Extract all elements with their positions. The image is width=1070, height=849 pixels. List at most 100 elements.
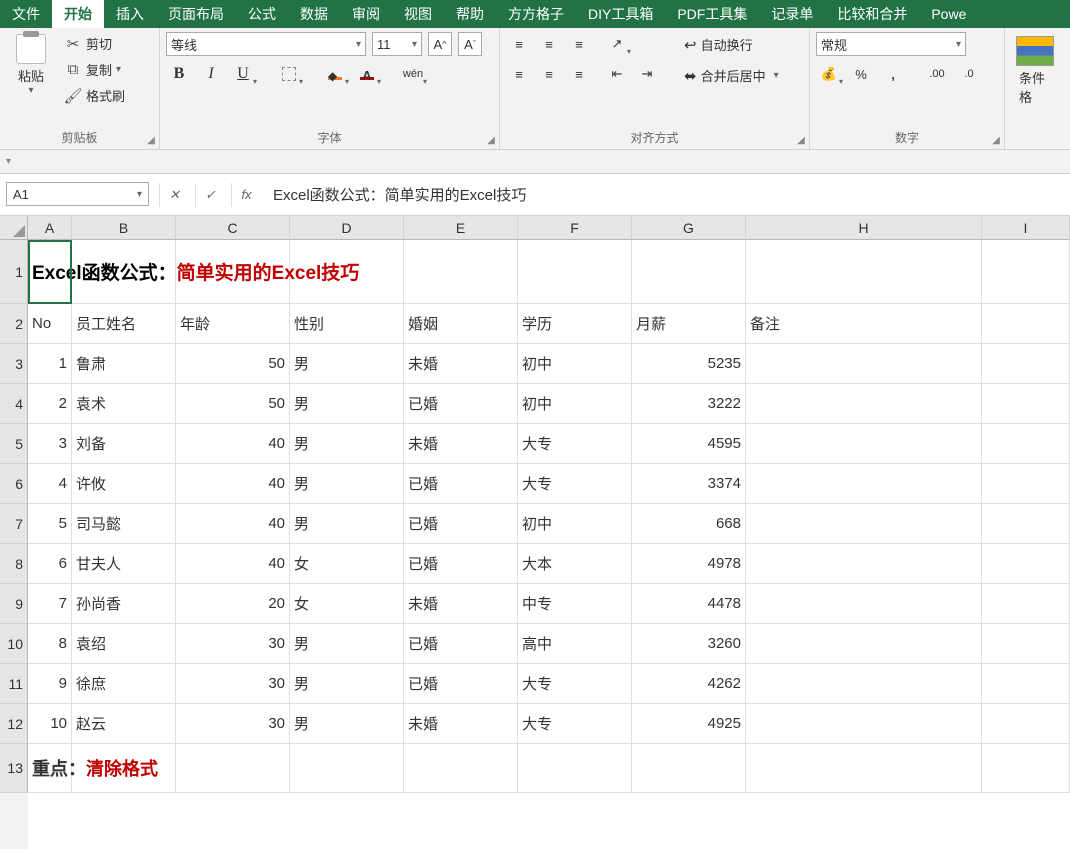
cell[interactable]: 男 [290, 464, 404, 504]
cell[interactable] [746, 504, 982, 544]
borders-button[interactable]: ▾ [276, 62, 302, 86]
cell[interactable]: 初中 [518, 504, 632, 544]
increase-decimal-button[interactable]: .00 [924, 62, 950, 86]
cell[interactable]: 30 [176, 704, 290, 744]
cell[interactable]: 40 [176, 464, 290, 504]
decrease-decimal-button[interactable]: .0 [956, 62, 982, 86]
cell[interactable]: 10 [28, 704, 72, 744]
fx-button[interactable]: fx [231, 183, 261, 207]
row-header-2[interactable]: 2 [0, 304, 28, 344]
cell[interactable] [982, 624, 1070, 664]
cell[interactable]: 中专 [518, 584, 632, 624]
col-header-F[interactable]: F [518, 216, 632, 240]
formula-input[interactable]: Excel函数公式：简单实用的Excel技巧 [265, 174, 1070, 215]
cell[interactable]: 7 [28, 584, 72, 624]
cell[interactable]: 司马懿 [72, 504, 176, 544]
font-color-button[interactable]: A▾ [354, 62, 380, 86]
cell[interactable] [72, 744, 176, 793]
cell[interactable]: 668 [632, 504, 746, 544]
comma-button[interactable]: , [880, 62, 906, 86]
align-left-button[interactable]: ≡ [506, 62, 532, 86]
cell[interactable]: 男 [290, 664, 404, 704]
cell[interactable]: 大专 [518, 464, 632, 504]
cell[interactable] [746, 544, 982, 584]
tab-开始[interactable]: 开始 [52, 0, 104, 28]
cell[interactable]: 50 [176, 384, 290, 424]
cell[interactable] [746, 464, 982, 504]
align-right-button[interactable]: ≡ [566, 62, 592, 86]
cell[interactable] [746, 240, 982, 304]
fill-color-button[interactable]: ◆▾ [322, 62, 348, 86]
cell[interactable] [632, 744, 746, 793]
align-bottom-button[interactable]: ≡ [566, 32, 592, 56]
cell[interactable] [982, 504, 1070, 544]
row-header-5[interactable]: 5 [0, 424, 28, 464]
cell[interactable]: 女 [290, 584, 404, 624]
cell[interactable]: 婚姻 [404, 304, 518, 344]
cell[interactable]: 8 [28, 624, 72, 664]
grid[interactable]: ABCDEFGHI Excel函数公式：简单实用的Excel技巧No员工姓名年龄… [28, 216, 1070, 849]
row-header-10[interactable]: 10 [0, 624, 28, 664]
row-header-13[interactable]: 13 [0, 744, 28, 793]
row-header-6[interactable]: 6 [0, 464, 28, 504]
confirm-edit-button[interactable]: ✓ [195, 183, 225, 207]
cell[interactable] [404, 240, 518, 304]
font-size-combo[interactable]: 11 ▾ [372, 32, 422, 56]
wrap-text-button[interactable]: ↩ 自动换行 [678, 32, 785, 57]
align-top-button[interactable]: ≡ [506, 32, 532, 56]
cell[interactable]: 3 [28, 424, 72, 464]
cell[interactable]: 男 [290, 344, 404, 384]
cell[interactable]: 40 [176, 424, 290, 464]
cell[interactable]: 5 [28, 504, 72, 544]
cell[interactable]: No [28, 304, 72, 344]
row-header-11[interactable]: 11 [0, 664, 28, 704]
percent-button[interactable]: % [848, 62, 874, 86]
col-header-I[interactable]: I [982, 216, 1070, 240]
dialog-launcher[interactable]: ◢ [795, 135, 807, 147]
tab-审阅[interactable]: 审阅 [340, 0, 392, 28]
cell[interactable] [982, 544, 1070, 584]
cell[interactable]: 高中 [518, 624, 632, 664]
dialog-launcher[interactable]: ◢ [990, 135, 1002, 147]
cell[interactable]: 男 [290, 704, 404, 744]
tab-视图[interactable]: 视图 [392, 0, 444, 28]
cancel-edit-button[interactable]: ✕ [159, 183, 189, 207]
cell[interactable]: 袁术 [72, 384, 176, 424]
row-header-1[interactable]: 1 [0, 240, 28, 304]
cell[interactable]: 男 [290, 504, 404, 544]
cell[interactable]: 未婚 [404, 344, 518, 384]
cell[interactable] [746, 624, 982, 664]
font-name-combo[interactable]: 等线 ▾ [166, 32, 366, 56]
tab-PDF工具集[interactable]: PDF工具集 [665, 0, 759, 28]
cell[interactable] [632, 240, 746, 304]
cell[interactable] [982, 424, 1070, 464]
cell[interactable]: 大本 [518, 544, 632, 584]
cell[interactable]: 50 [176, 344, 290, 384]
chevron-down-icon[interactable]: ▾ [6, 156, 11, 167]
cell[interactable]: 月薪 [632, 304, 746, 344]
col-header-A[interactable]: A [28, 216, 72, 240]
cell[interactable] [982, 240, 1070, 304]
orientation-button[interactable]: ↗▾ [604, 32, 630, 56]
cell[interactable]: 已婚 [404, 624, 518, 664]
row-header-3[interactable]: 3 [0, 344, 28, 384]
cell[interactable]: 4 [28, 464, 72, 504]
cell[interactable]: 袁绍 [72, 624, 176, 664]
cell[interactable]: 30 [176, 624, 290, 664]
cell[interactable]: 孙尚香 [72, 584, 176, 624]
cell[interactable]: 大专 [518, 424, 632, 464]
cell[interactable]: 3374 [632, 464, 746, 504]
tab-公式[interactable]: 公式 [236, 0, 288, 28]
phonetic-button[interactable]: wén▾ [400, 62, 426, 86]
row-header-8[interactable]: 8 [0, 544, 28, 584]
cell[interactable]: 4262 [632, 664, 746, 704]
tab-插入[interactable]: 插入 [104, 0, 156, 28]
cell[interactable]: 年龄 [176, 304, 290, 344]
cell[interactable]: 未婚 [404, 424, 518, 464]
cell[interactable]: 徐庶 [72, 664, 176, 704]
cell[interactable]: 已婚 [404, 504, 518, 544]
row-header-12[interactable]: 12 [0, 704, 28, 744]
col-header-B[interactable]: B [72, 216, 176, 240]
tab-方方格子[interactable]: 方方格子 [496, 0, 576, 28]
cell[interactable] [982, 704, 1070, 744]
